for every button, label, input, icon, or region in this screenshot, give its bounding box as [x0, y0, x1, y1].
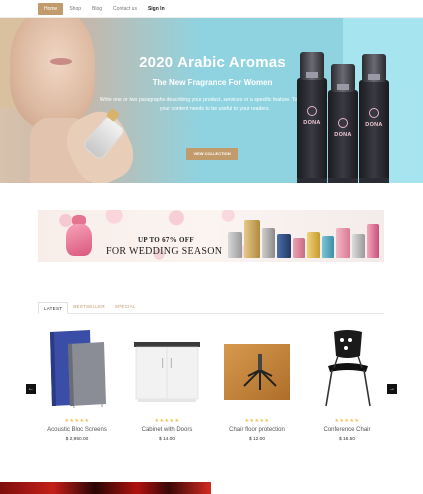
- hero-model-face: [10, 18, 95, 128]
- product-image[interactable]: [132, 326, 202, 408]
- perfume-bottle-2: DONA: [328, 64, 358, 183]
- product-image[interactable]: [42, 326, 112, 408]
- product-card[interactable]: ★★★★★ Chair floor protection $ 12.00: [218, 326, 296, 446]
- next-section-image: [0, 482, 211, 494]
- banner-bottle: [336, 228, 350, 258]
- banner-bottle: [367, 224, 379, 258]
- rating-stars: ★★★★★: [334, 418, 360, 424]
- product-image[interactable]: [312, 326, 382, 408]
- banner-pink-bottle: [66, 224, 92, 256]
- product-card[interactable]: ★★★★★ Conference Chair $ 16.50: [308, 326, 386, 446]
- product-price: $ 14.00: [158, 437, 175, 442]
- bottle-label: DONA: [334, 132, 352, 138]
- product-price: $ 2,950.00: [65, 437, 89, 442]
- tab-special[interactable]: SPECIAL: [110, 301, 141, 313]
- bottle-emblem-icon: [307, 106, 317, 116]
- product-name[interactable]: Cabinet with Doors: [128, 427, 206, 433]
- next-section-banner: [0, 482, 211, 494]
- banner-bottle: [244, 220, 260, 258]
- tab-latest[interactable]: LATEST: [38, 302, 69, 314]
- bottle-emblem-icon: [369, 108, 379, 118]
- product-name[interactable]: Conference Chair: [308, 427, 386, 433]
- bottle-neck: [306, 72, 318, 78]
- bottle-label: DONA: [303, 120, 321, 126]
- nav-shop[interactable]: Shop: [64, 3, 86, 15]
- carousel-prev-button[interactable]: ←: [26, 384, 36, 394]
- product-image[interactable]: [222, 326, 292, 408]
- banner-bottle: [262, 228, 275, 258]
- hero-model-lips: [50, 58, 72, 65]
- hero-subtitle: The New Fragrance For Women: [152, 78, 273, 87]
- bottle-neck: [368, 74, 380, 80]
- bottle-flower-decoration: [297, 178, 327, 183]
- nav-sign-in[interactable]: Sign In: [143, 3, 170, 15]
- carousel-next-button[interactable]: →: [387, 384, 397, 394]
- rating-stars: ★★★★★: [244, 418, 270, 424]
- bottle-flower-decoration: [359, 178, 389, 183]
- perfume-bottle-3: DONA: [359, 54, 389, 183]
- banner-season-text: FOR WEDDING SEASON: [106, 246, 223, 257]
- product-carousel: ★★★★★ Acoustic Bloc Screens $ 2,950.00 ★…: [38, 326, 384, 446]
- hero-title: 2020 Arabic Aromas: [139, 54, 286, 71]
- product-tabs: LATEST BESTSELLER SPECIAL: [38, 300, 384, 314]
- product-price: $ 12.00: [248, 437, 265, 442]
- product-name[interactable]: Chair floor protection: [218, 427, 296, 433]
- banner-bottle: [322, 236, 334, 258]
- promo-banner[interactable]: UP TO 67% OFF FOR WEDDING SEASON: [38, 210, 384, 262]
- nav-home[interactable]: Home: [38, 2, 64, 15]
- banner-bottle: [277, 234, 291, 258]
- rating-stars: ★★★★★: [154, 418, 180, 424]
- bottle-emblem-icon: [338, 118, 348, 128]
- banner-discount-text: UP TO 67% OFF: [138, 236, 194, 244]
- product-card[interactable]: ★★★★★ Cabinet with Doors $ 14.00: [128, 326, 206, 446]
- tab-bestseller[interactable]: BESTSELLER: [68, 301, 110, 313]
- view-collection-button[interactable]: VIEW COLLECTION: [186, 148, 238, 160]
- hero-banner: 2020 Arabic Aromas The New Fragrance For…: [0, 18, 423, 183]
- bottle-flower-decoration: [328, 178, 358, 183]
- nav-contact-us[interactable]: Contact us: [108, 3, 142, 15]
- product-card[interactable]: ★★★★★ Acoustic Bloc Screens $ 2,950.00: [38, 326, 116, 446]
- banner-bottle: [352, 234, 365, 258]
- product-name[interactable]: Acoustic Bloc Screens: [38, 427, 116, 433]
- banner-bottle: [228, 232, 242, 258]
- banner-bottle: [293, 238, 305, 258]
- top-navigation: Home Shop Blog Contact us Sign In: [0, 0, 423, 18]
- rating-stars: ★★★★★: [64, 418, 90, 424]
- perfume-bottle-1: DONA: [297, 52, 327, 183]
- banner-bottle: [307, 232, 320, 258]
- product-price: $ 16.50: [338, 437, 355, 442]
- nav-blog[interactable]: Blog: [87, 3, 107, 15]
- bottle-neck: [337, 84, 349, 90]
- bottle-label: DONA: [365, 122, 383, 128]
